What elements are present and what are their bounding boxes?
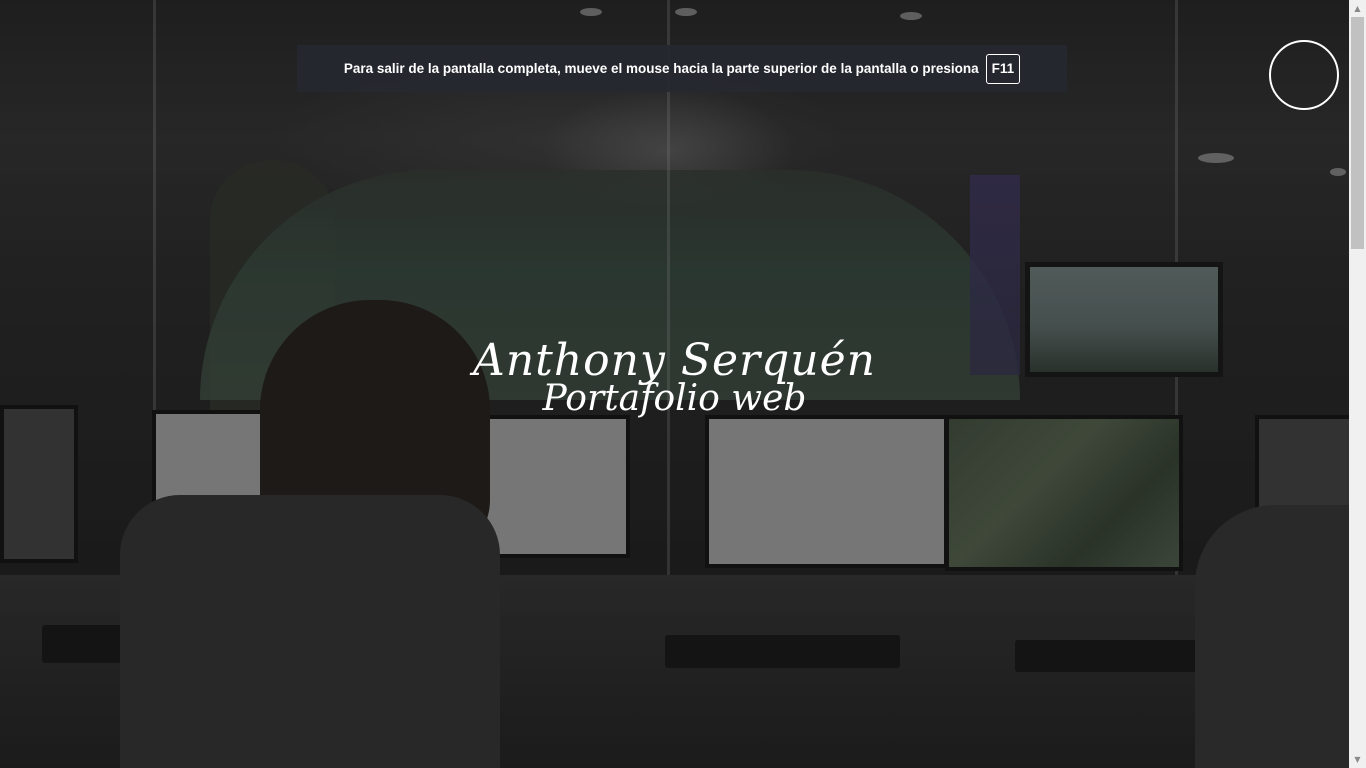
- hero-subtitle: Portafolio web: [542, 378, 807, 419]
- fullscreen-notice-text: Para salir de la pantalla completa, muev…: [343, 61, 979, 76]
- vertical-scrollbar[interactable]: ▲ ▼: [1349, 0, 1366, 768]
- scroll-down-arrow-icon[interactable]: ▼: [1349, 751, 1366, 768]
- menu-circle-button[interactable]: [1269, 40, 1339, 110]
- hero-title-block: Anthony Serquén Portafolio web: [0, 335, 1349, 417]
- hero-section: Para salir de la pantalla completa, muev…: [0, 0, 1349, 768]
- scroll-thumb[interactable]: [1351, 17, 1364, 249]
- f11-key-badge: F11: [985, 53, 1021, 84]
- scroll-up-arrow-icon[interactable]: ▲: [1349, 0, 1366, 17]
- fullscreen-notice: Para salir de la pantalla completa, muev…: [297, 45, 1067, 92]
